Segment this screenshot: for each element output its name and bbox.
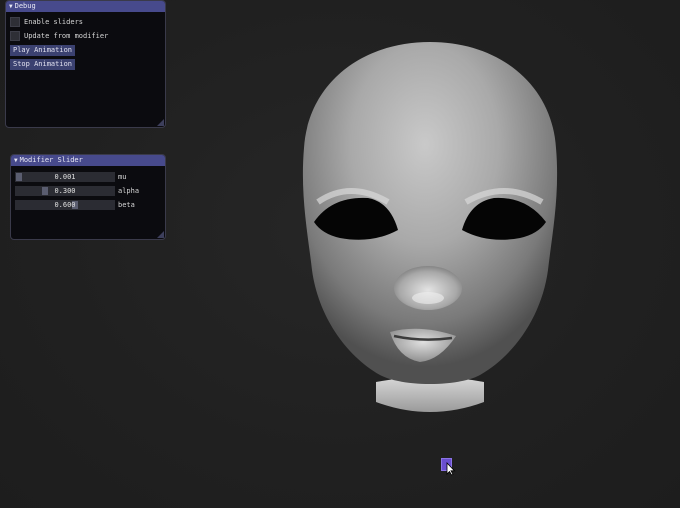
enable-sliders-label: Enable sliders [24,18,84,26]
slider-label: beta [118,200,135,209]
collapse-triangle-icon[interactable]: ▼ [14,157,18,164]
debug-panel-title: Debug [14,2,36,10]
modifier-slider-panel: ▼ Modifier Slider 0.001 mu 0.300 alpha 0… [10,154,166,240]
beta-slider[interactable]: 0.600 [15,199,115,210]
resize-grip-icon[interactable] [157,231,164,238]
slider-row-beta: 0.600 beta [15,199,135,210]
debug-panel: ▼ Debug Enable sliders Update from modifi… [5,0,166,128]
collapse-triangle-icon[interactable]: ▼ [9,3,13,10]
update-from-modifier-checkbox[interactable] [10,31,20,41]
slider-label: mu [118,172,127,181]
slider-value: 0.300 [54,186,76,195]
update-from-modifier-row[interactable]: Update from modifier [10,30,108,42]
face-model [302,42,558,412]
play-animation-button[interactable]: Play Animation [10,45,76,56]
mu-slider[interactable]: 0.001 [15,171,115,182]
slider-value: 0.001 [54,172,76,181]
alpha-slider[interactable]: 0.300 [15,185,115,196]
mouse-pointer-icon [446,462,456,476]
resize-grip-icon[interactable] [157,119,164,126]
modifier-panel-title: Modifier Slider [19,156,83,164]
enable-sliders-checkbox[interactable] [10,17,20,27]
debug-panel-title-bar[interactable]: ▼ Debug [6,1,165,12]
slider-label: alpha [118,186,140,195]
update-from-modifier-label: Update from modifier [24,32,109,40]
stop-animation-button[interactable]: Stop Animation [10,59,76,70]
render-viewport[interactable]: ▼ Debug Enable sliders Update from modifi… [0,0,680,508]
slider-value: 0.600 [54,200,76,209]
enable-sliders-row[interactable]: Enable sliders [10,16,83,28]
modifier-panel-title-bar[interactable]: ▼ Modifier Slider [11,155,165,166]
slider-row-alpha: 0.300 alpha [15,185,139,196]
slider-row-mu: 0.001 mu [15,171,126,182]
